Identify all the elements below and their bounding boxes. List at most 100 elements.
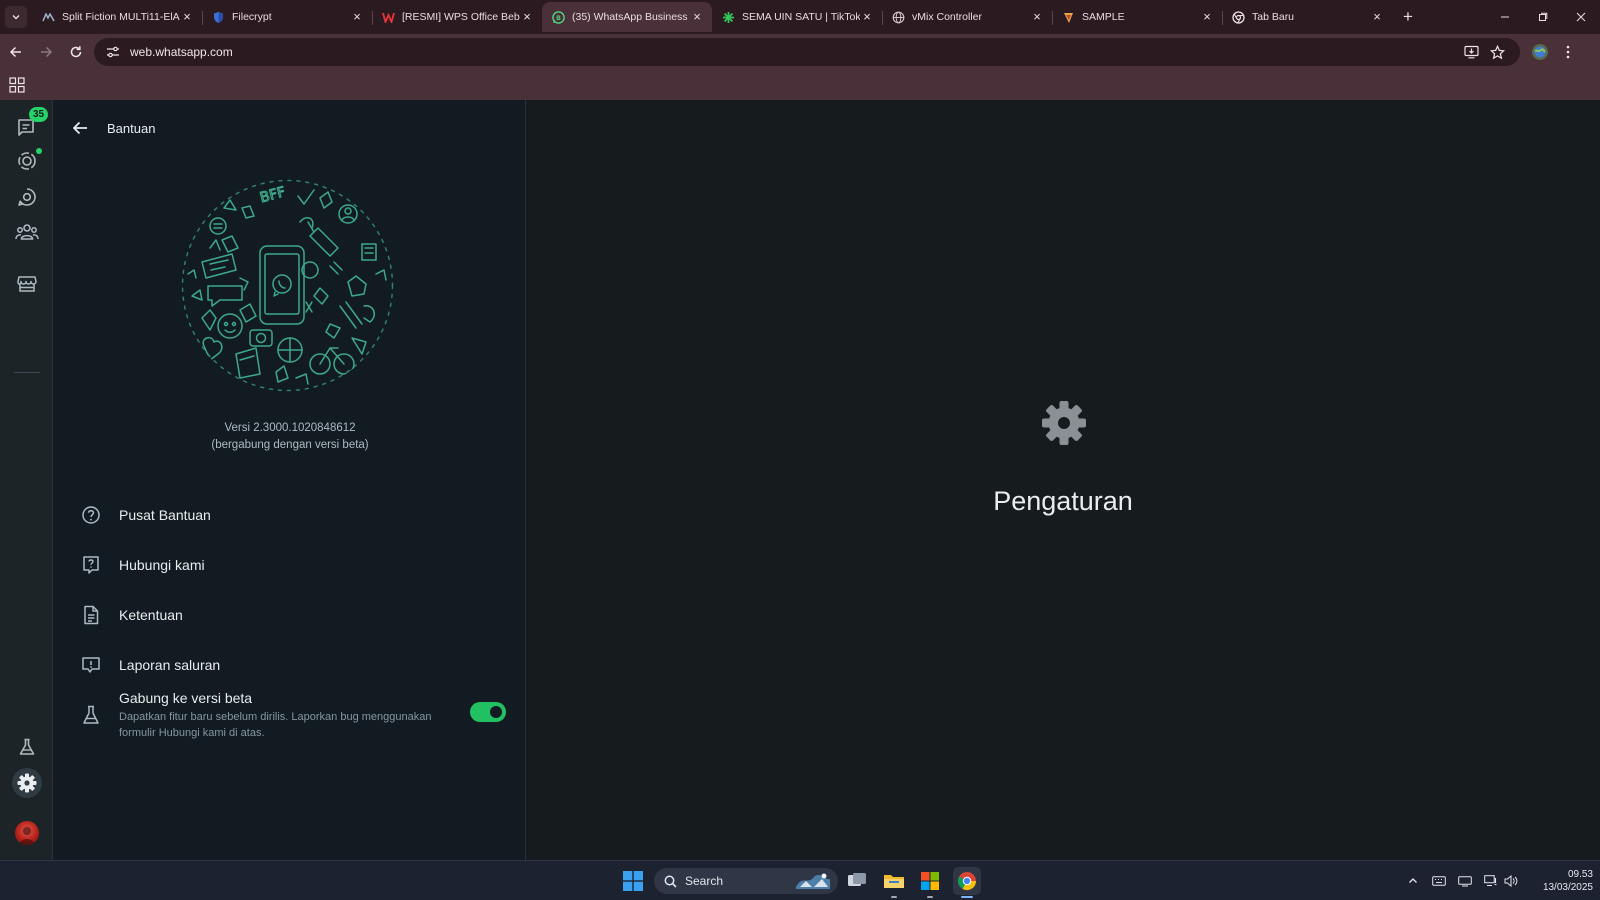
browser-tab-strip: Split Fiction MULTi11-ElAmigos × Filecry…	[0, 0, 1600, 34]
arrow-left-icon	[9, 46, 21, 58]
running-indicator	[927, 896, 933, 898]
menu-item-contact-us[interactable]: Hubungi kami	[54, 540, 526, 589]
chevron-up-icon[interactable]	[1403, 871, 1423, 891]
close-tab-icon[interactable]: ×	[350, 10, 364, 24]
address-bar[interactable]: web.whatsapp.com	[94, 38, 1520, 66]
taskbar-search-label: Search	[685, 874, 724, 888]
reload-button[interactable]	[62, 38, 90, 66]
chrome-icon	[1232, 10, 1245, 24]
microsoft-store-icon[interactable]	[916, 867, 944, 898]
tab-title: SAMPLE	[1082, 11, 1125, 23]
menu-item-label: Laporan saluran	[119, 656, 221, 673]
keyboard-icon[interactable]	[1429, 871, 1449, 891]
close-window-icon[interactable]	[1562, 0, 1600, 34]
new-tab-button[interactable]: +	[1396, 5, 1420, 29]
close-tab-icon[interactable]: ×	[1030, 10, 1044, 24]
window-controls	[1486, 0, 1600, 34]
forward-button[interactable]	[32, 38, 60, 66]
beta-description: Dapatkan fitur baru sebelum dirilis. Lap…	[119, 710, 432, 739]
apps-grid-icon[interactable]	[9, 77, 25, 93]
system-clock[interactable]: 09.53 13/03/2025	[1523, 868, 1593, 894]
menu-item-label: Hubungi kami	[119, 556, 205, 573]
close-tab-icon[interactable]: ×	[1200, 10, 1214, 24]
panel-header: Bantuan	[54, 100, 526, 156]
browser-tab[interactable]: [RESMI] WPS Office Beba ×	[372, 2, 542, 32]
browser-tab[interactable]: SEMA UIN SATU | TikTok | ×	[712, 2, 882, 32]
chrome-taskbar-icon[interactable]	[953, 867, 981, 898]
reload-icon	[70, 46, 82, 58]
back-button[interactable]	[2, 38, 30, 66]
windows-taskbar: Search 09.53 13/03/2025	[0, 860, 1600, 900]
volume-icon[interactable]	[1501, 871, 1521, 891]
network-icon[interactable]	[1481, 871, 1501, 891]
tiktok-icon	[722, 11, 735, 24]
search-highlight-icon	[796, 873, 830, 889]
restore-icon[interactable]	[1524, 0, 1562, 34]
unread-chats-badge: 35	[29, 107, 48, 122]
version-number: Versi 2.3000.1020848612	[224, 422, 356, 434]
panel-title: Bantuan	[107, 120, 156, 136]
browser-menu-icon[interactable]	[1554, 38, 1582, 66]
gear-icon	[1042, 401, 1086, 445]
report-icon	[79, 653, 103, 677]
communities-icon[interactable]	[12, 217, 42, 247]
tab-title: Tab Baru	[1252, 11, 1295, 23]
browser-tab[interactable]: SAMPLE ×	[1052, 2, 1222, 32]
tab-title: vMix Controller	[912, 11, 983, 23]
minimize-icon[interactable]	[1486, 0, 1524, 34]
whatsapp-app: 35 Bantuan BFF Versi 2.3000.1020848612 (…	[0, 100, 1600, 860]
navigation-rail: 35	[0, 100, 53, 860]
bookmark-star-icon[interactable]	[1484, 41, 1510, 63]
beta-flask-icon	[79, 703, 103, 727]
settings-icon[interactable]	[12, 768, 42, 798]
toggle-knob	[490, 706, 502, 718]
menu-item-label: Pusat Bantuan	[119, 506, 211, 523]
settings-placeholder-pane: Pengaturan	[526, 100, 1600, 860]
browser-tab[interactable]: Split Fiction MULTi11-ElAmigos ×	[32, 2, 202, 32]
browser-tab[interactable]: Filecrypt ×	[202, 2, 372, 32]
clock-date: 13/03/2025	[1542, 882, 1593, 893]
menu-item-terms[interactable]: Ketentuan	[54, 590, 526, 639]
site-info-icon[interactable]	[104, 43, 122, 61]
globe-icon	[892, 11, 905, 24]
back-arrow-icon[interactable]	[68, 116, 92, 140]
whatsapp-doodle-illustration-icon: BFF	[181, 179, 394, 392]
browser-tab-active[interactable]: B (35) WhatsApp Business ×	[542, 2, 712, 32]
browser-tab[interactable]: Tab Baru ×	[1222, 2, 1392, 32]
arrow-right-icon	[41, 46, 53, 58]
display-icon[interactable]	[1455, 871, 1475, 891]
profile-avatar[interactable]	[15, 821, 39, 845]
close-tab-icon[interactable]: ×	[1370, 10, 1384, 24]
windows-start-icon[interactable]	[619, 867, 647, 895]
profile-avatar-icon[interactable]	[1526, 38, 1554, 66]
beta-flask-icon[interactable]	[12, 732, 42, 762]
beta-title: Gabung ke versi beta	[119, 689, 253, 706]
task-view-icon[interactable]	[843, 867, 871, 895]
browser-tab[interactable]: vMix Controller ×	[882, 2, 1052, 32]
close-tab-icon[interactable]: ×	[520, 10, 534, 24]
close-tab-icon[interactable]: ×	[180, 10, 194, 24]
close-tab-icon[interactable]: ×	[860, 10, 874, 24]
sample-icon	[1062, 11, 1075, 24]
tab-search-button[interactable]	[5, 6, 27, 28]
help-circle-icon	[79, 503, 103, 527]
browser-toolbar: web.whatsapp.com	[0, 34, 1600, 70]
catalog-icon[interactable]	[12, 269, 42, 299]
file-explorer-icon[interactable]	[880, 867, 908, 898]
rail-divider	[14, 372, 40, 373]
active-indicator	[961, 896, 973, 898]
tab-title: (35) WhatsApp Business	[572, 11, 688, 23]
beta-program-row[interactable]: Gabung ke versi beta Dapatkan fitur baru…	[54, 680, 526, 750]
search-icon	[664, 875, 677, 888]
tab-title: SEMA UIN SATU | TikTok |	[742, 11, 860, 23]
install-app-icon[interactable]	[1458, 41, 1484, 63]
clock-time: 09.53	[1567, 869, 1593, 880]
help-panel: Bantuan BFF Versi 2.3000.1020848612 (ber…	[54, 100, 526, 860]
taskbar-search-box[interactable]: Search	[654, 868, 838, 894]
beta-toggle-switch[interactable]	[470, 702, 506, 722]
channels-icon[interactable]	[12, 182, 42, 212]
close-tab-icon[interactable]: ×	[690, 10, 704, 24]
menu-item-help-center[interactable]: Pusat Bantuan	[54, 490, 526, 539]
document-icon	[79, 603, 103, 627]
version-beta-note: (bergabung dengan versi beta)	[211, 439, 369, 451]
